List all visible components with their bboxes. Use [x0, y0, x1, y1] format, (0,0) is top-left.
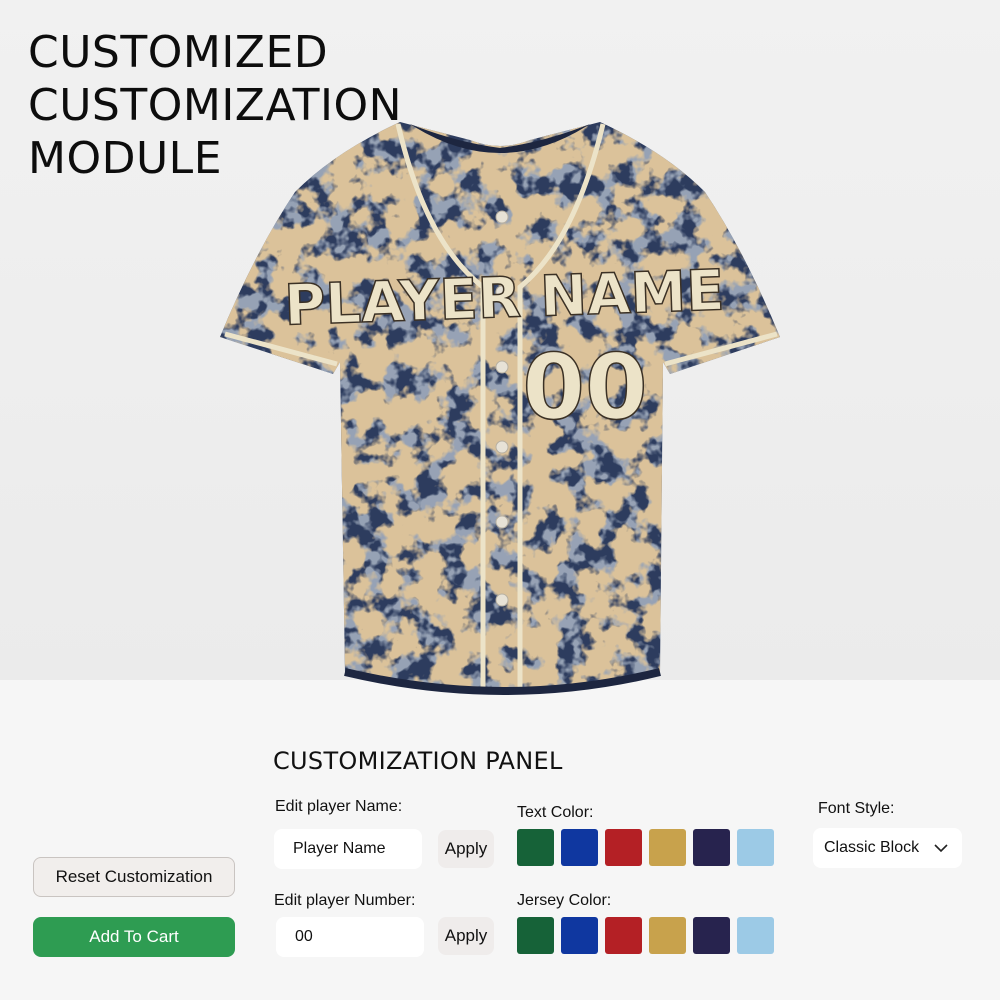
text-color-swatch[interactable]	[737, 829, 774, 866]
text-color-swatch[interactable]	[561, 829, 598, 866]
jersey-color-swatch[interactable]	[649, 917, 686, 954]
text-color-swatch[interactable]	[649, 829, 686, 866]
jersey-color-swatches	[517, 917, 774, 954]
player-number-input[interactable]	[276, 917, 424, 957]
jersey-color-label: Jersey Color:	[517, 892, 612, 909]
text-color-label: Text Color:	[517, 804, 594, 821]
text-color-swatch[interactable]	[517, 829, 554, 866]
apply-number-button[interactable]: Apply	[438, 917, 494, 955]
jersey-color-swatch[interactable]	[561, 917, 598, 954]
reset-customization-button[interactable]: Reset Customization	[33, 857, 235, 897]
font-style-selected: Classic Block	[824, 839, 920, 856]
jersey-body: PLAYER NAME 00	[220, 122, 780, 695]
chevron-down-icon	[933, 840, 949, 861]
jersey-color-swatch[interactable]	[737, 917, 774, 954]
jersey-color-swatch[interactable]	[693, 917, 730, 954]
text-color-swatch[interactable]	[693, 829, 730, 866]
add-to-cart-button[interactable]: Add To Cart	[33, 917, 235, 957]
jersey-color-swatch[interactable]	[605, 917, 642, 954]
text-color-swatches	[517, 829, 774, 866]
jersey-number-text: 00	[522, 335, 647, 440]
apply-name-button[interactable]: Apply	[438, 830, 494, 868]
player-number-label: Edit player Number:	[274, 892, 416, 909]
player-name-input[interactable]	[274, 829, 422, 869]
player-name-label: Edit player Name:	[275, 798, 403, 815]
panel-title: CUSTOMIZATION PANEL	[273, 747, 563, 775]
text-color-swatch[interactable]	[605, 829, 642, 866]
font-style-label: Font Style:	[818, 800, 895, 817]
font-style-select[interactable]: Classic Block	[813, 828, 962, 868]
jersey-preview: PLAYER NAME 00	[220, 122, 780, 695]
jersey-color-swatch[interactable]	[517, 917, 554, 954]
title-line-1: CUSTOMIZED	[28, 27, 329, 78]
